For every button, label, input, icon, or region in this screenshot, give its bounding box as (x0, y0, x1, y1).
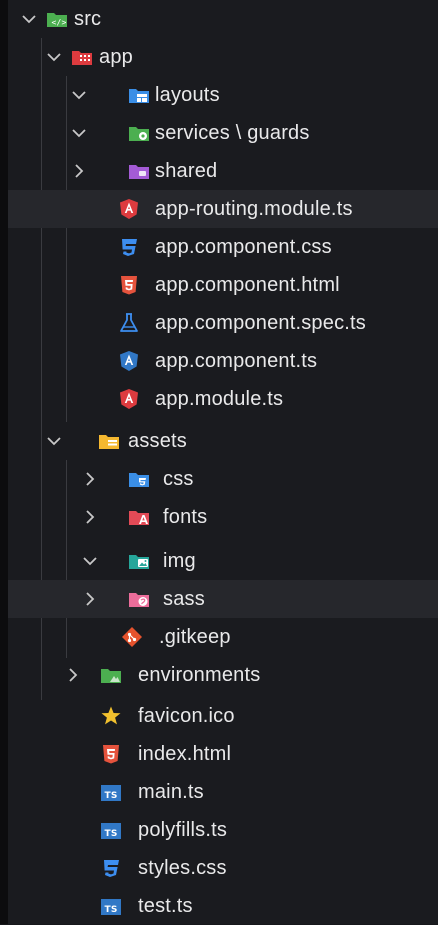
angular-module-icon (120, 389, 138, 409)
tree-item-app-routing-module[interactable]: app-routing.module.ts (8, 190, 438, 228)
chevron-right-icon[interactable] (64, 666, 82, 684)
tree-item-label: app.component.spec.ts (155, 312, 366, 334)
tree-item-label: .gitkeep (159, 626, 231, 648)
chevron-down-icon[interactable] (20, 10, 38, 28)
tree-item-gitkeep[interactable]: .gitkeep (8, 618, 438, 656)
chevron-down-icon[interactable] (70, 86, 88, 104)
tree-item-index-html[interactable]: index.html (8, 735, 438, 773)
tree-item-label: img (163, 550, 196, 572)
tree-item-label: shared (155, 160, 218, 182)
chevron-down-icon[interactable] (45, 48, 63, 66)
html-file-icon (121, 276, 137, 295)
tree-item-label: fonts (163, 506, 208, 528)
layout-folder-icon (129, 89, 149, 103)
css-folder-icon (129, 473, 149, 487)
tree-item-sass-folder[interactable]: sass (8, 580, 438, 618)
tree-item-label: src (74, 8, 102, 30)
tree-item-environments[interactable]: environments (8, 656, 438, 694)
svg-text:</>: </> (51, 18, 66, 27)
tree-item-label: styles.css (138, 857, 227, 879)
services-folder-icon (129, 127, 149, 141)
tree-item-services-guards[interactable]: services \ guards (8, 114, 438, 152)
css-file-icon (122, 239, 137, 256)
typescript-file-icon: TS (101, 785, 121, 801)
tree-item-label: services \ guards (155, 122, 310, 144)
tree-item-label: favicon.ico (138, 705, 235, 727)
angular-routing-icon (120, 199, 138, 219)
tree-item-label: test.ts (138, 895, 193, 917)
tree-item-app-component-spec[interactable]: app.component.spec.ts (8, 304, 438, 342)
svg-text:TS: TS (104, 829, 117, 839)
chevron-down-icon[interactable] (81, 552, 99, 570)
tree-item-test-ts[interactable]: TS test.ts (8, 887, 438, 925)
tree-item-label: app.component.ts (155, 350, 318, 372)
tree-item-assets[interactable]: assets (8, 422, 438, 460)
src-folder-icon: </> (47, 13, 67, 27)
tree-item-label: layouts (155, 84, 220, 106)
tree-item-app-component-html[interactable]: app.component.html (8, 266, 438, 304)
tree-item-polyfills-ts[interactable]: TS polyfills.ts (8, 811, 438, 849)
tree-item-img-folder[interactable]: img (8, 542, 438, 580)
assets-folder-icon (99, 435, 119, 449)
tree-item-styles-css[interactable]: styles.css (8, 849, 438, 887)
typescript-file-icon: TS (101, 899, 121, 915)
tree-item-label: index.html (138, 743, 232, 765)
shared-folder-icon (129, 165, 149, 179)
tree-item-label: app.component.html (155, 274, 340, 296)
tree-item-fonts-folder[interactable]: fonts (8, 498, 438, 536)
tree-item-label: app.component.css (155, 236, 332, 258)
angular-app-folder-icon (72, 51, 92, 65)
svg-text:TS: TS (104, 905, 117, 915)
tree-item-label: environments (138, 664, 261, 686)
tree-item-label: assets (128, 430, 188, 452)
images-folder-icon (129, 555, 149, 569)
tree-item-layouts[interactable]: layouts (8, 76, 438, 114)
chevron-right-icon[interactable] (81, 508, 99, 526)
sass-folder-icon (129, 593, 149, 607)
tree-item-label: sass (163, 588, 205, 610)
typescript-file-icon: TS (101, 823, 121, 839)
chevron-right-icon[interactable] (81, 590, 99, 608)
tree-item-app-module[interactable]: app.module.ts (8, 380, 438, 418)
tree-item-shared[interactable]: shared (8, 152, 438, 190)
tree-item-label: app.module.ts (155, 388, 284, 410)
tree-item-label: main.ts (138, 781, 204, 803)
file-explorer-tree: </> src app layouts services \ guards sh… (8, 0, 438, 924)
chevron-right-icon[interactable] (81, 470, 99, 488)
git-icon (122, 627, 142, 647)
tree-item-favicon[interactable]: favicon.ico (8, 697, 438, 735)
tree-item-app-component-ts[interactable]: app.component.ts (8, 342, 438, 380)
tree-item-label: polyfills.ts (138, 819, 228, 841)
tree-item-app[interactable]: app (8, 38, 438, 76)
fonts-folder-icon (129, 511, 149, 525)
tree-item-label: css (163, 468, 194, 490)
tree-item-label: app (99, 46, 133, 68)
environment-folder-icon (101, 669, 121, 683)
test-spec-icon (120, 313, 138, 332)
chevron-down-icon[interactable] (45, 432, 63, 450)
html-file-icon (103, 745, 119, 764)
tree-item-css-folder[interactable]: css (8, 460, 438, 498)
tree-item-main-ts[interactable]: TS main.ts (8, 773, 438, 811)
chevron-down-icon[interactable] (70, 124, 88, 142)
svg-text:TS: TS (104, 791, 117, 801)
tree-item-label: app-routing.module.ts (155, 198, 353, 220)
css-file-icon (104, 860, 119, 877)
tree-item-app-component-css[interactable]: app.component.css (8, 228, 438, 266)
angular-component-icon (120, 351, 138, 371)
star-icon (101, 706, 121, 725)
chevron-right-icon[interactable] (70, 162, 88, 180)
tree-item-src[interactable]: </> src (8, 0, 438, 38)
left-edge-strip (0, 0, 8, 924)
